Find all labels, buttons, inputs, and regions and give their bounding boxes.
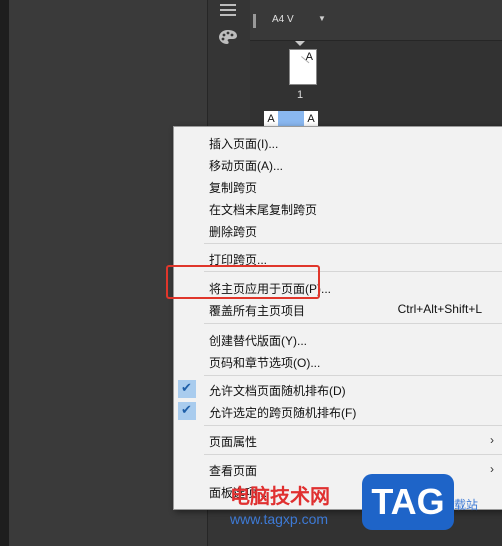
menu-item-duplicate-spread-at-end[interactable]: 在文档末尾复制跨页 — [174, 198, 502, 218]
menu-item-label: 复制跨页 — [209, 181, 258, 195]
menu-item-label: 允许选定的跨页随机排布(F) — [209, 406, 357, 420]
menu-item-label: 覆盖所有主页项目 — [209, 304, 306, 318]
menu-item-label: 在文档末尾复制跨页 — [209, 203, 318, 217]
watermark-url: www.tagxp.com — [230, 511, 329, 527]
menu-item-label: 创建替代版面(Y)... — [209, 334, 307, 348]
menu-item-label: 页面属性 — [209, 435, 258, 449]
page-thumbnail[interactable]: A — [289, 49, 317, 85]
menu-item-override-all-master-items[interactable]: 覆盖所有主页项目 Ctrl+Alt+Shift+L — [174, 299, 502, 319]
checkmark-icon: ✔ — [181, 380, 192, 395]
menu-item-label: 删除跨页 — [209, 225, 258, 239]
spread-thumbnail[interactable]: A A — [264, 111, 318, 127]
menu-item-insert-pages[interactable]: 插入页面(I)... — [174, 132, 502, 152]
menu-item-label: 移动页面(A)... — [209, 159, 283, 173]
menu-item-page-attributes[interactable]: 页面属性 › — [174, 430, 502, 450]
pages-context-menu: 插入页面(I)... 移动页面(A)... 复制跨页 在文档末尾复制跨页 删除跨… — [173, 126, 502, 510]
watermark-title: 电脑技术网 — [230, 486, 330, 508]
menu-separator — [204, 243, 502, 244]
checkmark-icon: ✔ — [181, 402, 192, 417]
window-left-border — [0, 0, 9, 546]
spread-right-page[interactable]: A — [304, 111, 318, 127]
chevron-down-icon[interactable]: ▼ — [318, 14, 326, 23]
watermark-tag-logo: TAG — [362, 474, 454, 530]
menu-separator — [204, 375, 502, 376]
highlight-annotation-box — [166, 265, 320, 299]
menu-item-duplicate-spread[interactable]: 复制跨页 — [174, 176, 502, 196]
page-number-label: 1 — [297, 89, 304, 101]
spread-selection — [278, 111, 304, 127]
chevron-right-icon: › — [490, 462, 494, 476]
menu-item-view-pages[interactable]: 查看页面 › — [174, 459, 502, 479]
menu-separator — [204, 323, 502, 324]
master-page-selector[interactable]: A4 V — [272, 14, 294, 25]
menu-item-label: 查看页面 — [209, 464, 258, 478]
menu-separator — [204, 425, 502, 426]
menu-item-label: 页码和章节选项(O)... — [209, 356, 321, 370]
menu-item-create-alternate-layout[interactable]: 创建替代版面(Y)... — [174, 329, 502, 349]
page-master-prefix: A — [305, 51, 313, 63]
panel-grip-handle[interactable] — [253, 14, 256, 28]
menu-separator — [204, 454, 502, 455]
menu-item-allow-document-pages-shuffle[interactable]: ✔ 允许文档页面随机排布(D) — [174, 379, 502, 399]
menu-item-move-pages[interactable]: 移动页面(A)... — [174, 154, 502, 174]
menu-item-allow-selected-spread-shuffle[interactable]: ✔ 允许选定的跨页随机排布(F) — [174, 401, 502, 421]
spread-left-page[interactable]: A — [264, 111, 278, 127]
palette-icon[interactable] — [218, 28, 238, 46]
menu-item-label: 允许文档页面随机排布(D) — [209, 384, 346, 398]
hamburger-menu-icon[interactable] — [220, 4, 236, 18]
menu-item-shortcut: Ctrl+Alt+Shift+L — [397, 302, 482, 316]
watermark-tail: 载站 — [454, 498, 479, 512]
chevron-right-icon: › — [490, 433, 494, 447]
menu-item-label: 插入页面(I)... — [209, 137, 279, 151]
menu-item-numbering-section-options[interactable]: 页码和章节选项(O)... — [174, 351, 502, 371]
current-page-marker-icon — [295, 41, 305, 46]
menu-item-delete-spread[interactable]: 删除跨页 — [174, 220, 502, 240]
